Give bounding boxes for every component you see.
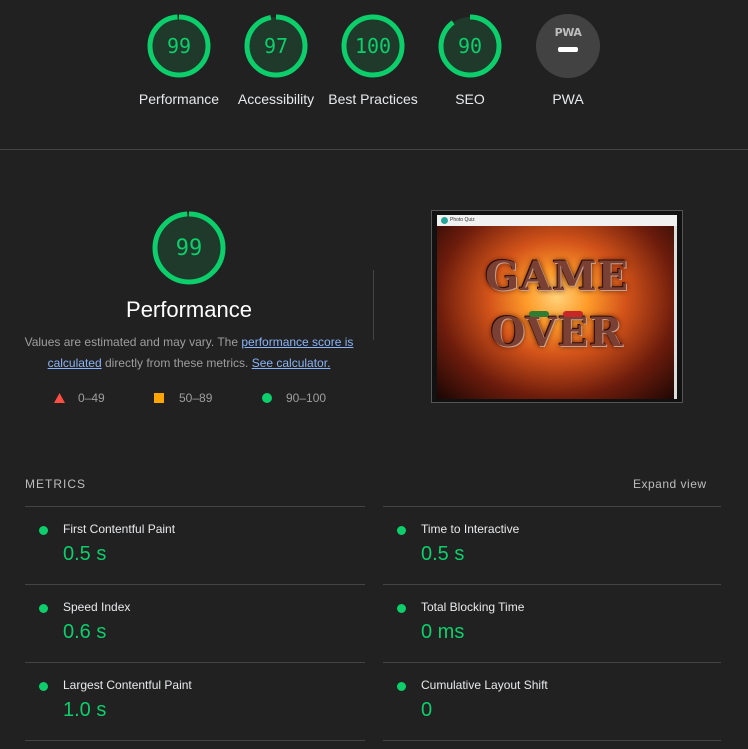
gauge-seo[interactable]: 90 [438,14,502,78]
final-screenshot[interactable]: Photo Quiz GAME OVER [431,210,683,403]
site-logo-icon [441,217,448,224]
gauge-accessibility[interactable]: 97 [244,14,308,78]
pass-icon [397,604,406,613]
metric-cumulative-layout-shift: Cumulative Layout Shift 0 [383,663,713,741]
legend-label: 50–89 [179,391,213,405]
metric-speed-index: Speed Index 0.6 s [25,585,355,663]
desc-text: Values are estimated and may vary. The [24,335,242,349]
square-icon [154,393,164,403]
expand-view-button[interactable]: Expand view [633,477,707,491]
pass-icon [39,604,48,613]
screenshot-image: Photo Quiz GAME OVER [437,215,677,399]
metric-value: 0.5 s [421,543,465,565]
metric-name: Speed Index [63,600,131,614]
desc-text: directly from these metrics. [101,356,252,370]
legend-label: 0–49 [78,391,105,405]
vertical-divider [373,270,374,340]
gauge-label-performance: Performance [138,91,220,107]
screenshot-pill [563,311,583,317]
metric-total-blocking-time: Total Blocking Time 0 ms [383,585,713,663]
metric-value: 1.0 s [63,699,107,721]
metric-value: 0 ms [421,621,465,643]
over-text: OVER [490,309,624,356]
metric-name: First Contentful Paint [63,522,176,536]
pass-icon [397,526,406,535]
screenshot-pill [529,311,549,317]
legend-label: 90–100 [286,391,327,405]
gauge-label-pwa: PWA [552,91,584,107]
gauge-label-accessibility: Accessibility [237,91,315,107]
divider [383,740,721,741]
metric-name: Time to Interactive [421,522,520,536]
gauge-label-seo: SEO [455,91,485,107]
performance-description: Values are estimated and may vary. The p… [24,332,354,374]
score-value: 100 [354,34,392,58]
gauge-performance[interactable]: 99 [147,14,211,78]
metric-name: Total Blocking Time [421,600,525,614]
pass-icon [39,526,48,535]
gauge-label-best-practices: Best Practices [328,91,418,107]
metric-value: 0.6 s [63,621,107,643]
metric-largest-contentful-paint: Largest Contentful Paint 1.0 s [25,663,355,741]
metric-value: 0.5 s [63,543,107,565]
see-calculator-link[interactable]: See calculator. [252,356,331,370]
game-text: GAME [485,253,629,300]
legend-average: 50–89 [154,390,224,406]
metrics-heading: METRICS [25,477,86,491]
screenshot-scrollbar [674,226,677,399]
metric-first-contentful-paint: First Contentful Paint 0.5 s [25,507,355,585]
pass-icon [397,682,406,691]
circle-icon [262,393,272,403]
pass-icon [39,682,48,691]
divider [25,740,365,741]
score-value: 99 [166,34,192,58]
screenshot-page-title: Photo Quiz [450,217,475,223]
metric-time-to-interactive: Time to Interactive 0.5 s [383,507,713,585]
performance-gauge: 99 [152,211,226,285]
legend-pass: 90–100 [262,390,332,406]
pwa-na-icon [558,47,578,52]
metric-value: 0 [421,699,433,721]
score-value: 90 [457,34,483,58]
divider [0,149,748,150]
legend-fail: 0–49 [54,390,114,406]
pwa-logo-icon: PWA [554,26,582,39]
gauge-best-practices[interactable]: 100 [341,14,405,78]
metric-name: Largest Contentful Paint [63,678,192,692]
triangle-icon [54,393,65,403]
score-value: 97 [263,34,289,58]
pwa-badge[interactable]: PWA [536,14,600,78]
screenshot-browser-bar: Photo Quiz [437,215,677,226]
metric-name: Cumulative Layout Shift [421,678,548,692]
score-value: 99 [175,235,203,261]
performance-title: Performance [126,297,252,322]
